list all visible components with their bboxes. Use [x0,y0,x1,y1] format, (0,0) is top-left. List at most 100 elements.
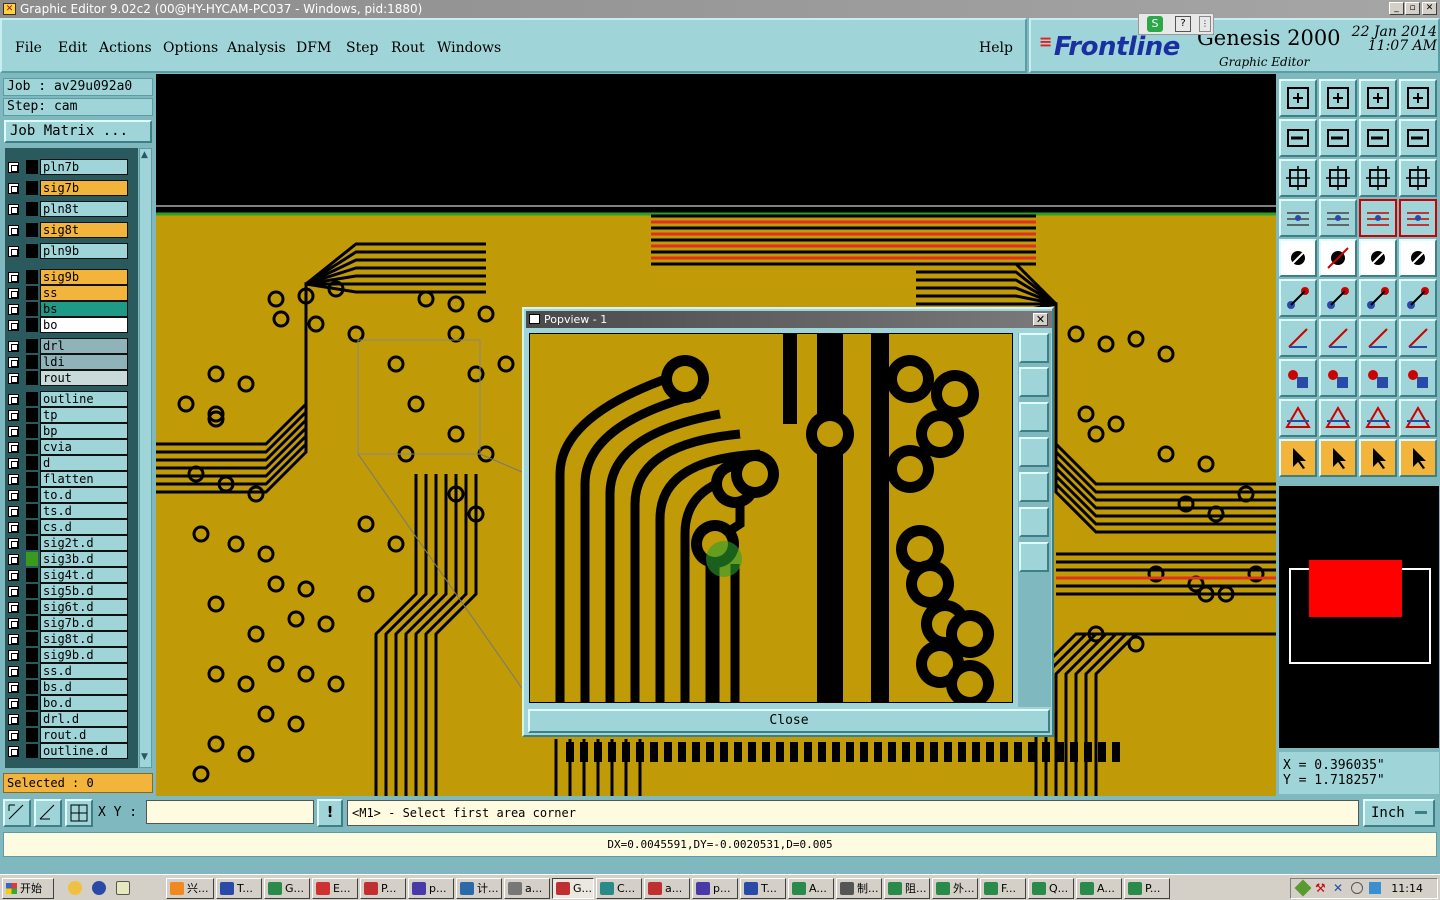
taskbar-item[interactable]: a... [504,878,550,899]
taskbar-item[interactable]: 阻... [884,878,930,899]
layer-checkbox[interactable] [8,204,19,215]
layer-checkbox[interactable] [8,490,19,501]
taskbar-item[interactable]: G... [264,878,310,899]
minus-icon[interactable] [1319,359,1357,397]
tray-tool-icon[interactable]: ⚒ [1315,882,1327,894]
menu-edit[interactable]: Edit [58,40,87,56]
text-icon[interactable] [1399,319,1437,357]
layer-row[interactable]: cvia [5,439,138,455]
layer-checkbox[interactable] [8,394,19,405]
layer-row[interactable]: bs.d [5,679,138,695]
pan-left-icon[interactable] [1279,119,1317,157]
layer-row[interactable]: drl [5,338,138,354]
triangle-2-icon[interactable] [1319,399,1357,437]
layer-row[interactable]: pln8t [5,201,138,217]
taskbar-item[interactable]: T... [216,878,262,899]
tray-menu-icon[interactable]: ⋮ [1199,16,1211,32]
popview-zoom-view[interactable] [529,333,1013,703]
layer-row[interactable]: bp [5,423,138,439]
taskbar-item[interactable]: P... [1124,878,1170,899]
layer-up-icon[interactable] [1359,199,1397,237]
pan-right-icon[interactable] [1319,119,1357,157]
taskbar-item[interactable]: 计... [456,878,502,899]
snap-point-icon[interactable] [1399,239,1437,277]
tray-status-icon[interactable] [1351,882,1363,894]
layer-row[interactable]: sig4t.d [5,567,138,583]
taskbar-item[interactable]: a... [644,878,690,899]
layer-row[interactable]: sig7b [5,180,138,196]
triangle-3-icon[interactable] [1359,399,1397,437]
layer-checkbox[interactable] [8,682,19,693]
draw-line-icon[interactable] [1319,319,1357,357]
popview-zoom-out-icon[interactable] [1019,507,1049,537]
layer-row[interactable]: sig9b [5,269,138,285]
job-matrix-button[interactable]: Job Matrix ... [4,120,152,143]
ruler-icon[interactable] [1359,239,1397,277]
maximize-button[interactable]: ▫ [1405,2,1420,15]
layer-checkbox[interactable] [8,225,19,236]
taskbar-item[interactable]: A... [788,878,834,899]
taskbar-item[interactable]: p... [692,878,738,899]
triangle-1-icon[interactable] [1279,399,1317,437]
pan-up-icon[interactable] [1319,79,1357,117]
zoom-out-icon[interactable] [1279,159,1317,197]
layer-checkbox[interactable] [8,341,19,352]
layer-checkbox[interactable] [8,246,19,257]
alert-icon[interactable]: ! [317,799,343,827]
minimize-button[interactable]: _ [1389,2,1404,15]
layer-checkbox[interactable] [8,410,19,421]
layer-checkbox[interactable] [8,183,19,194]
pointer-highlight-icon[interactable] [1359,439,1397,477]
layer-checkbox[interactable] [8,357,19,368]
layer-checkbox[interactable] [8,730,19,741]
layer-checkbox[interactable] [8,698,19,709]
view-window-indicator[interactable] [1309,560,1402,617]
layer-row[interactable]: outline [5,391,138,407]
layer-row[interactable]: bo.d [5,695,138,711]
taskbar-item[interactable]: p... [408,878,454,899]
triangle-4-icon[interactable] [1399,399,1437,437]
menu-file[interactable]: File [15,40,42,56]
menu-dfm[interactable]: DFM [296,40,331,56]
layer-checkbox[interactable] [8,714,19,725]
layer-row[interactable]: to.d [5,487,138,503]
menu-actions[interactable]: Actions [99,40,152,56]
surface-icon[interactable] [1399,359,1437,397]
layer-row[interactable]: sig7b.d [5,615,138,631]
unit-select[interactable]: Inch [1363,799,1435,827]
taskbar-item[interactable]: T... [740,878,786,899]
layer-checkbox[interactable] [8,272,19,283]
layer-row[interactable]: rout.d [5,727,138,743]
route-icon[interactable] [1399,439,1437,477]
xy-input[interactable] [146,800,314,824]
fit-icon[interactable] [1279,79,1317,117]
layer-checkbox[interactable] [8,162,19,173]
add-line-icon[interactable] [1359,279,1397,317]
layer-row[interactable]: ss.d [5,663,138,679]
layer-row[interactable]: sig5b.d [5,583,138,599]
layer-checkbox[interactable] [8,373,19,384]
layout-icon[interactable] [1399,79,1437,117]
taskbar-item[interactable]: Q... [1028,878,1074,899]
tray-app-icon[interactable] [1294,879,1312,897]
tray-network-icon[interactable] [1369,882,1381,894]
layer-checkbox[interactable] [8,618,19,629]
zoom-1-2-icon[interactable] [1359,159,1397,197]
layer-row[interactable]: ss [5,285,138,301]
taskbar-item[interactable]: F... [980,878,1026,899]
layer-row[interactable]: bs [5,301,138,317]
layer-checkbox[interactable] [8,666,19,677]
layer-checkbox[interactable] [8,474,19,485]
net-icon[interactable] [1279,279,1317,317]
layer-row[interactable]: outline.d [5,743,138,759]
layer-row[interactable]: flatten [5,471,138,487]
s-icon[interactable]: S [1147,16,1163,32]
taskbar-item[interactable]: 兴... [166,878,214,899]
grid-snap-icon[interactable] [65,799,93,827]
menu-analysis[interactable]: Analysis [227,40,286,56]
measure-icon[interactable] [34,799,62,827]
dimension-icon[interactable] [1359,359,1397,397]
arc-icon[interactable] [1359,319,1397,357]
layer-checkbox[interactable] [8,426,19,437]
layer-checkbox[interactable] [8,650,19,661]
